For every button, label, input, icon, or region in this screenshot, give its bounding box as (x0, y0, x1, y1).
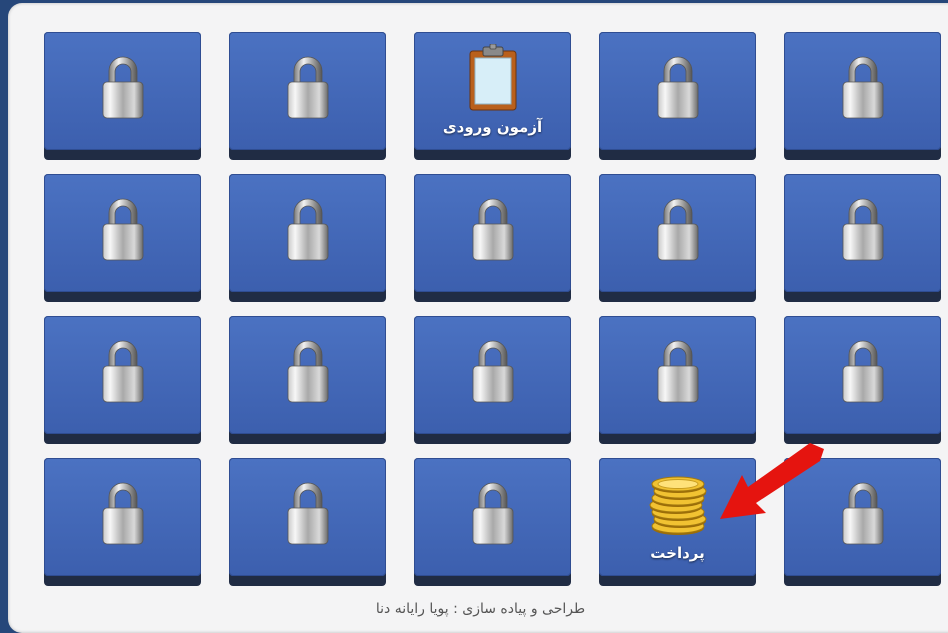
locked-tile[interactable] (229, 458, 386, 586)
lock-icon (285, 480, 331, 546)
locked-tile[interactable] (44, 174, 201, 302)
lock-icon (100, 54, 146, 120)
lock-icon (285, 196, 331, 262)
footer-credit: طراحی و پیاده سازی : پویا رایانه دنا (375, 601, 586, 617)
tile-face (784, 174, 941, 292)
locked-tile[interactable] (229, 174, 386, 302)
lock-icon (840, 480, 886, 546)
tile-face (44, 32, 201, 150)
clipboard-icon (466, 43, 520, 112)
tile-face (44, 316, 201, 434)
lock-icon (655, 54, 701, 120)
tile-face (599, 174, 756, 292)
lock-icon (470, 196, 516, 262)
tile-face (599, 316, 756, 434)
lock-icon (470, 338, 516, 404)
tile-face (229, 32, 386, 150)
lock-icon (655, 196, 701, 262)
tile-entrance-exam[interactable]: آزمون ورودی (414, 32, 571, 160)
locked-tile[interactable] (229, 316, 386, 444)
lock-icon (840, 196, 886, 262)
coins-icon (648, 474, 708, 536)
locked-tile[interactable] (44, 32, 201, 160)
tile-face (229, 458, 386, 576)
locked-tile[interactable] (599, 32, 756, 160)
tile-face (229, 316, 386, 434)
locked-tile[interactable] (784, 316, 941, 444)
locked-tile[interactable] (599, 316, 756, 444)
tile-face (44, 458, 201, 576)
lock-icon (840, 54, 886, 120)
locked-tile[interactable] (229, 32, 386, 160)
locked-tile[interactable] (44, 316, 201, 444)
lock-icon (100, 338, 146, 404)
lock-icon (840, 338, 886, 404)
tile-label: پرداخت (650, 544, 705, 562)
lock-icon (100, 196, 146, 262)
locked-tile[interactable] (414, 174, 571, 302)
lock-icon (655, 338, 701, 404)
lock-icon (285, 54, 331, 120)
tile-face (44, 174, 201, 292)
content-panel: آزمون ورودی پرداخت طراحی و پیاده سازی: … (8, 3, 948, 633)
locked-tile[interactable] (784, 32, 941, 160)
locked-tile[interactable] (599, 174, 756, 302)
lock-icon (100, 480, 146, 546)
tile-label: آزمون ورودی (442, 118, 543, 136)
locked-tile[interactable] (784, 174, 941, 302)
tile-face (229, 174, 386, 292)
tile-face (784, 316, 941, 434)
tile-face (414, 458, 571, 576)
lock-icon (285, 338, 331, 404)
tile-face (599, 32, 756, 150)
lock-icon (470, 480, 516, 546)
tile-face: آزمون ورودی (414, 32, 571, 150)
tile-face (414, 174, 571, 292)
tile-face (784, 32, 941, 150)
pointer-arrow-icon (720, 443, 824, 519)
locked-tile[interactable] (414, 458, 571, 586)
locked-tile[interactable] (44, 458, 201, 586)
locked-tile[interactable] (414, 316, 571, 444)
tile-face (414, 316, 571, 434)
